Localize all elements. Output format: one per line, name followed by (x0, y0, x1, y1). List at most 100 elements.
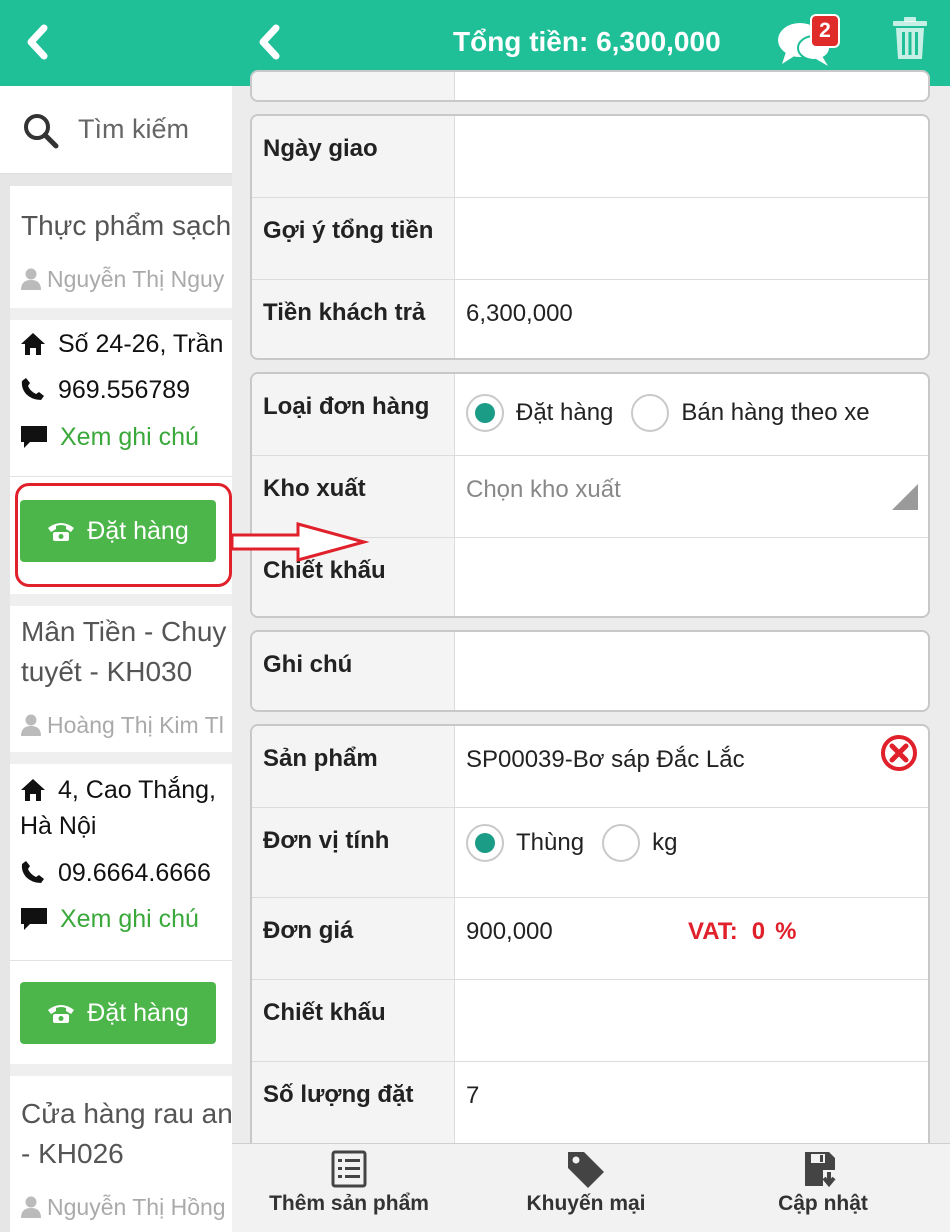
telephone-icon (48, 1005, 75, 1023)
customer-address: 4, Cao Thắng, (20, 772, 216, 808)
order-type-radio-order[interactable] (466, 394, 504, 432)
customer-paid-field[interactable]: 6,300,000 (466, 300, 573, 328)
home-icon (21, 333, 45, 355)
vat-unit: % (775, 918, 797, 945)
order-type-option-order[interactable]: Đặt hàng (516, 399, 613, 426)
customer-name-line1: Mân Tiền - Chuy (21, 616, 227, 647)
divider (10, 594, 232, 606)
unit-option-box[interactable]: Thùng (516, 829, 584, 856)
unit-option-kg[interactable]: kg (652, 829, 677, 856)
customer-list-panel: Tìm kiếm Thực phẩm sạch Nguyễn Thị Nguy … (0, 0, 232, 1232)
delivery-group: Ngày giao Gợi ý tổng tiền Tiền khách trả… (250, 114, 930, 360)
vat-label: VAT: (688, 918, 738, 945)
update-button[interactable]: Cập nhật (723, 1150, 923, 1230)
divider (10, 960, 232, 961)
order-type-options: Đặt hàng Bán hàng theo xe (466, 394, 888, 432)
staff-name: Nguyễn Thị Hồng (47, 1194, 226, 1220)
customer-name-line1: Cửa hàng rau an (21, 1098, 232, 1129)
save-download-icon (805, 1152, 836, 1188)
note-group: Ghi chú (250, 630, 930, 712)
tag-icon (568, 1152, 604, 1188)
customer-paid-row[interactable]: Tiền khách trả 6,300,000 (252, 279, 928, 358)
order-type-radio-van[interactable] (631, 394, 670, 432)
user-icon (21, 268, 41, 290)
customer-staff: Hoàng Thị Kim Tl (21, 712, 224, 739)
comment-icon (21, 908, 47, 930)
price-row[interactable]: Đơn giá 900,000 VAT: 0% (252, 897, 928, 979)
back-chevron-icon[interactable] (254, 22, 284, 62)
customer-address: Số 24-26, Trần (20, 326, 223, 362)
product-field[interactable]: SP00039-Bơ sáp Đắc Lắc (466, 746, 745, 774)
note-row[interactable]: Ghi chú (252, 632, 928, 710)
delivery-date-label: Ngày giao (263, 135, 378, 162)
left-header (0, 0, 232, 86)
order-total: Tổng tiền: 6,300,000 (453, 26, 721, 57)
home-icon (21, 779, 45, 801)
order-form-panel: Tổng tiền: 6,300,000 2 Ngày giao Gợi ý t… (232, 0, 950, 1232)
phone-icon (21, 378, 44, 400)
divider (10, 1064, 232, 1076)
user-icon (21, 714, 41, 736)
customer-card[interactable]: Mân Tiền - Chuy tuyết - KH030 Hoàng Thị … (10, 594, 232, 1064)
unit-radio-box[interactable] (466, 824, 504, 862)
price-field[interactable]: 900,000 (466, 918, 553, 946)
product-group: Sản phẩm SP00039-Bơ sáp Đắc Lắc Đơn vị t… (250, 724, 930, 1164)
order-type-label: Loại đơn hàng (263, 393, 430, 420)
customer-paid-label: Tiền khách trả (263, 299, 426, 326)
order-type-row: Loại đơn hàng Đặt hàng Bán hàng theo xe (252, 374, 928, 455)
order-button[interactable]: Đặt hàng (20, 982, 216, 1044)
view-note-link[interactable]: Xem ghi chú (20, 901, 199, 937)
divider (10, 752, 232, 764)
note-label: Ghi chú (263, 651, 353, 678)
staff-name: Nguyễn Thị Nguy (47, 266, 225, 292)
divider (10, 476, 232, 477)
customer-address-line2: Hà Nội (20, 812, 97, 840)
add-product-button[interactable]: Thêm sản phẩm (249, 1150, 449, 1230)
search-bar[interactable]: Tìm kiếm (0, 86, 232, 174)
quantity-field[interactable]: 7 (466, 1082, 479, 1110)
highlight-annotation (15, 483, 232, 587)
form-group-hidden (250, 70, 930, 102)
trash-icon[interactable] (892, 16, 928, 60)
dropdown-triangle-icon[interactable] (892, 484, 918, 510)
unit-row: Đơn vị tính Thùng kg (252, 807, 928, 897)
suggested-total-row[interactable]: Gợi ý tổng tiền (252, 197, 928, 279)
product-label: Sản phẩm (263, 745, 378, 772)
order-settings-group: Loại đơn hàng Đặt hàng Bán hàng theo xe K… (250, 372, 930, 618)
price-label: Đơn giá (263, 917, 354, 944)
back-chevron-icon[interactable] (22, 22, 52, 62)
unit-label: Đơn vị tính (263, 827, 390, 854)
quantity-label: Số lượng đặt (263, 1081, 414, 1108)
view-note-link[interactable]: Xem ghi chú (20, 419, 199, 455)
chat-badge: 2 (810, 14, 840, 48)
product-discount-row[interactable]: Chiết khấu (252, 979, 928, 1061)
customer-staff: Nguyễn Thị Nguy (21, 266, 224, 293)
product-discount-label: Chiết khấu (263, 999, 386, 1026)
staff-name: Hoàng Thị Kim Tl (47, 712, 224, 738)
product-row[interactable]: Sản phẩm SP00039-Bơ sáp Đắc Lắc (252, 726, 928, 807)
customer-phone[interactable]: 969.556789 (20, 372, 190, 408)
customer-name: Thực phẩm sạch (21, 210, 232, 241)
customer-card[interactable]: Cửa hàng rau an - KH026 Nguyễn Thị Hồng (10, 1064, 232, 1232)
delivery-date-row[interactable]: Ngày giao (252, 116, 928, 197)
user-icon (21, 1196, 41, 1218)
remove-product-icon[interactable] (880, 734, 918, 772)
customer-name-line2: tuyết - KH030 (21, 656, 193, 687)
warehouse-select[interactable]: Chọn kho xuất (466, 476, 621, 504)
vat-field[interactable]: VAT: 0% (688, 918, 796, 946)
arrow-annotation (230, 522, 370, 562)
customer-name-line2: - KH026 (21, 1138, 124, 1169)
vat-value[interactable]: 0 (752, 918, 765, 945)
comment-icon (21, 426, 47, 448)
order-type-option-van[interactable]: Bán hàng theo xe (681, 399, 869, 426)
warehouse-label: Kho xuất (263, 475, 366, 502)
unit-options: Thùng kg (466, 824, 695, 862)
list-icon (331, 1150, 367, 1188)
phone-icon (21, 861, 44, 883)
search-input[interactable]: Tìm kiếm (78, 114, 189, 145)
customer-staff: Nguyễn Thị Hồng (21, 1194, 226, 1221)
promotion-button[interactable]: Khuyến mại (486, 1150, 686, 1230)
divider (10, 308, 232, 320)
unit-radio-kg[interactable] (602, 824, 641, 862)
customer-phone[interactable]: 09.6664.6666 (20, 855, 211, 891)
